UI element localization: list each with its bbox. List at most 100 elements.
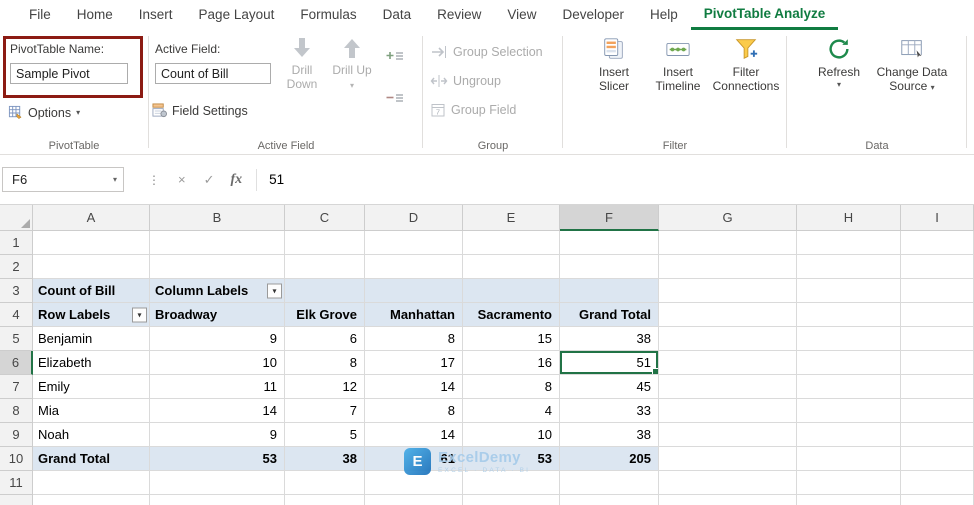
- cell-G10[interactable]: [659, 447, 797, 471]
- tab-view[interactable]: View: [494, 0, 549, 30]
- cell-H4[interactable]: [797, 303, 901, 327]
- tab-page-layout[interactable]: Page Layout: [186, 0, 288, 30]
- tab-file[interactable]: File: [16, 0, 64, 30]
- column-header-H[interactable]: H: [797, 205, 901, 231]
- cell-H1[interactable]: [797, 231, 901, 255]
- cell-F3[interactable]: [560, 279, 659, 303]
- tab-pivottable-analyze[interactable]: PivotTable Analyze: [690, 0, 839, 30]
- cell-F8[interactable]: 33: [560, 399, 659, 423]
- cell-G7[interactable]: [659, 375, 797, 399]
- options-button[interactable]: Options ▾: [8, 105, 80, 120]
- filter-dropdown-button[interactable]: ▾: [132, 307, 147, 322]
- select-all-corner[interactable]: [0, 205, 33, 231]
- cell-I8[interactable]: [901, 399, 974, 423]
- row-header-6[interactable]: 6: [0, 351, 33, 375]
- group-selection-button[interactable]: Group Selection: [430, 44, 543, 60]
- cell-A8[interactable]: Mia: [33, 399, 150, 423]
- cell-D3[interactable]: [365, 279, 463, 303]
- cell-F4[interactable]: Grand Total: [560, 303, 659, 327]
- cell-F12[interactable]: [560, 495, 659, 505]
- enter-icon[interactable]: ✓: [204, 172, 215, 188]
- cell-F7[interactable]: 45: [560, 375, 659, 399]
- filter-dropdown-button[interactable]: ▾: [267, 283, 282, 298]
- row-header-5[interactable]: 5: [0, 327, 33, 351]
- cell-D9[interactable]: 14: [365, 423, 463, 447]
- cell-I6[interactable]: [901, 351, 974, 375]
- cell-C12[interactable]: [285, 495, 365, 505]
- cell-H9[interactable]: [797, 423, 901, 447]
- name-box[interactable]: F6 ▾: [2, 167, 124, 192]
- cell-D4[interactable]: Manhattan: [365, 303, 463, 327]
- cell-G2[interactable]: [659, 255, 797, 279]
- cell-B6[interactable]: 10: [150, 351, 285, 375]
- cell-I10[interactable]: [901, 447, 974, 471]
- cell-B3[interactable]: Column Labels ▾: [150, 279, 285, 303]
- cell-D6[interactable]: 17: [365, 351, 463, 375]
- cell-A4[interactable]: Row Labels ▾: [33, 303, 150, 327]
- collapse-field-button[interactable]: [384, 90, 406, 108]
- cell-C6[interactable]: 8: [285, 351, 365, 375]
- cell-G9[interactable]: [659, 423, 797, 447]
- cell-C3[interactable]: [285, 279, 365, 303]
- cell-A11[interactable]: [33, 471, 150, 495]
- cell-E9[interactable]: 10: [463, 423, 560, 447]
- row-header-7[interactable]: 7: [0, 375, 33, 399]
- cell-E8[interactable]: 4: [463, 399, 560, 423]
- cell-D2[interactable]: [365, 255, 463, 279]
- row-header-4[interactable]: 4: [0, 303, 33, 327]
- cell-D8[interactable]: 8: [365, 399, 463, 423]
- column-header-D[interactable]: D: [365, 205, 463, 231]
- active-field-input[interactable]: [155, 63, 271, 84]
- cell-C7[interactable]: 12: [285, 375, 365, 399]
- ungroup-button[interactable]: Ungroup: [430, 73, 501, 89]
- formula-bar-input[interactable]: 51: [269, 172, 284, 187]
- tab-developer[interactable]: Developer: [549, 0, 637, 30]
- cell-I2[interactable]: [901, 255, 974, 279]
- cell-D10[interactable]: 61: [365, 447, 463, 471]
- column-header-E[interactable]: E: [463, 205, 560, 231]
- column-header-A[interactable]: A: [33, 205, 150, 231]
- column-header-F[interactable]: F: [560, 205, 659, 231]
- cell-C2[interactable]: [285, 255, 365, 279]
- cell-A1[interactable]: [33, 231, 150, 255]
- cell-C5[interactable]: 6: [285, 327, 365, 351]
- row-header-1[interactable]: 1: [0, 231, 33, 255]
- cell-F11[interactable]: [560, 471, 659, 495]
- cell-H10[interactable]: [797, 447, 901, 471]
- cell-A5[interactable]: Benjamin: [33, 327, 150, 351]
- cell-H11[interactable]: [797, 471, 901, 495]
- insert-function-icon[interactable]: fx: [231, 172, 243, 188]
- cell-B8[interactable]: 14: [150, 399, 285, 423]
- cell-A12[interactable]: [33, 495, 150, 505]
- cell-H8[interactable]: [797, 399, 901, 423]
- tab-data[interactable]: Data: [370, 0, 425, 30]
- row-header-2[interactable]: 2: [0, 255, 33, 279]
- cell-I7[interactable]: [901, 375, 974, 399]
- cell-G6[interactable]: [659, 351, 797, 375]
- cell-H5[interactable]: [797, 327, 901, 351]
- change-data-source-button[interactable]: Change Data Source ▾: [866, 36, 958, 93]
- cell-G8[interactable]: [659, 399, 797, 423]
- cell-I12[interactable]: [901, 495, 974, 505]
- pivottable-name-input[interactable]: [10, 63, 128, 84]
- cell-H12[interactable]: [797, 495, 901, 505]
- cell-E6[interactable]: 16: [463, 351, 560, 375]
- cell-C4[interactable]: Elk Grove: [285, 303, 365, 327]
- cell-A10[interactable]: Grand Total: [33, 447, 150, 471]
- cell-I9[interactable]: [901, 423, 974, 447]
- cell-G11[interactable]: [659, 471, 797, 495]
- cell-G3[interactable]: [659, 279, 797, 303]
- cell-C8[interactable]: 7: [285, 399, 365, 423]
- expand-field-button[interactable]: [384, 48, 406, 66]
- column-header-C[interactable]: C: [285, 205, 365, 231]
- cell-E3[interactable]: [463, 279, 560, 303]
- cell-A7[interactable]: Emily: [33, 375, 150, 399]
- cell-B9[interactable]: 9: [150, 423, 285, 447]
- cell-G5[interactable]: [659, 327, 797, 351]
- cell-E1[interactable]: [463, 231, 560, 255]
- cell-C10[interactable]: 38: [285, 447, 365, 471]
- cell-C9[interactable]: 5: [285, 423, 365, 447]
- cell-G12[interactable]: [659, 495, 797, 505]
- cell-A3[interactable]: Count of Bill: [33, 279, 150, 303]
- cell-E5[interactable]: 15: [463, 327, 560, 351]
